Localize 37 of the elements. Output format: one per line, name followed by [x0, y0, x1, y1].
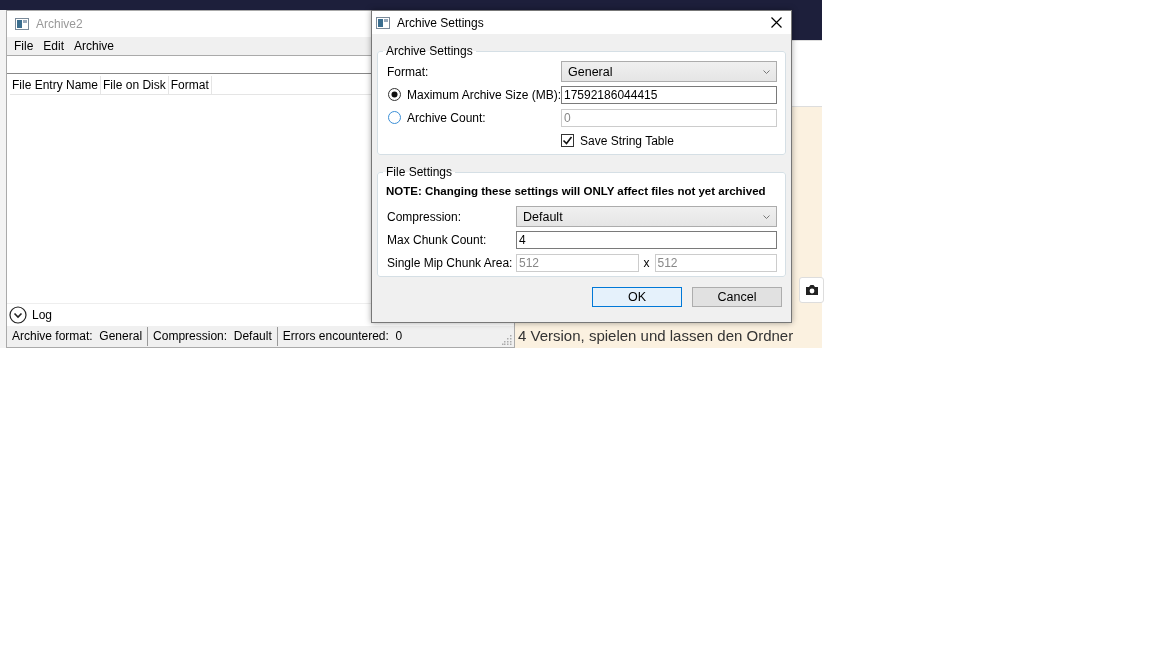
status-text: Archive format: General: [7, 327, 149, 346]
dropdown[interactable]: General: [561, 61, 777, 82]
group-title: Archive Settings: [383, 44, 476, 58]
page-text: 4 Version, spielen und lassen den Ordner: [518, 326, 794, 345]
status-text: Errors encountered: 0: [281, 328, 404, 345]
app-icon: [376, 16, 390, 29]
caret-icon: [763, 69, 770, 74]
field-label: Format:: [387, 64, 430, 79]
text-field[interactable]: 17592186044415: [561, 85, 777, 104]
camera-icon[interactable]: [804, 284, 819, 296]
menu-item[interactable]: Archive: [69, 39, 120, 53]
resize-grip-icon[interactable]: [502, 335, 512, 345]
column-header[interactable]: Format: [168, 76, 212, 94]
checkbox[interactable]: Save String Table: [561, 133, 674, 148]
menu-item[interactable]: Edit: [38, 39, 70, 53]
field-label: Single Mip Chunk Area:: [387, 255, 514, 270]
column-header[interactable]: File Entry Name: [10, 76, 102, 94]
cancel-button[interactable]: Cancel: [692, 287, 782, 307]
status-text: Compression: Default: [148, 327, 278, 346]
radio-button[interactable]: Maximum Archive Size (MB):: [387, 87, 561, 102]
separator-text: x: [642, 255, 651, 270]
dialog-title: Archive Settings: [397, 15, 484, 30]
caret-icon: [763, 214, 770, 219]
note-text: NOTE: Changing these settings will ONLY affect files not yet archived: [386, 184, 767, 199]
column-header[interactable]: File on Disk: [101, 76, 169, 94]
ok-button[interactable]: OK: [592, 287, 682, 307]
radio-button[interactable]: Archive Count:: [387, 110, 561, 125]
app-icon: [15, 18, 29, 30]
field-label: Compression:: [387, 209, 463, 224]
text-field[interactable]: 4: [516, 230, 777, 249]
field-label: Max Chunk Count:: [387, 232, 488, 247]
dropdown[interactable]: Default: [516, 206, 777, 227]
window-title: Archive2: [36, 17, 83, 31]
log-label: Log: [32, 308, 53, 322]
chevron-down-icon[interactable]: [9, 306, 27, 324]
menu-item[interactable]: File: [9, 39, 39, 53]
close-icon: [770, 17, 782, 28]
